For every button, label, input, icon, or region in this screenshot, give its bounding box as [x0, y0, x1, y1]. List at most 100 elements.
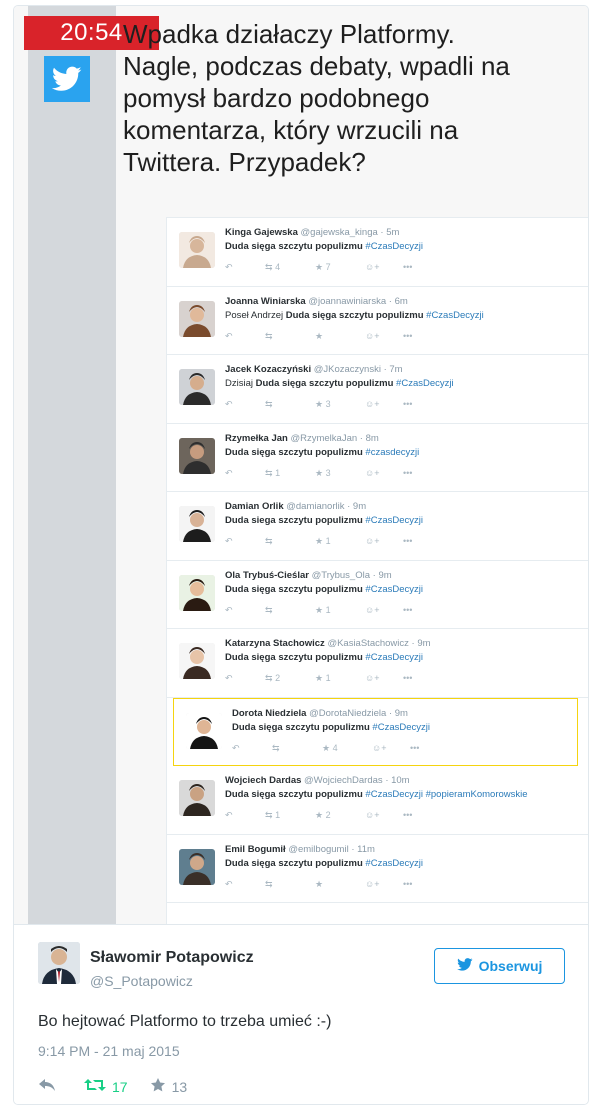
tweet-row[interactable]: Emil Bogumił @emilbogumil · 11m Duda sięg… — [167, 835, 588, 903]
more-dots-icon[interactable]: ••• — [403, 810, 433, 821]
retweet-button[interactable]: ⇆ — [272, 743, 322, 754]
reply-icon[interactable]: ↶ — [225, 673, 265, 684]
reply-icon[interactable]: ↶ — [225, 605, 265, 616]
author-name[interactable]: Wojciech Dardas — [225, 775, 301, 786]
more-dots-icon[interactable]: ••• — [403, 536, 433, 547]
hashtag-link[interactable]: #CzasDecyzji — [365, 515, 423, 526]
reply-icon[interactable]: ↶ — [225, 399, 265, 410]
retweet-button[interactable]: ⇆ 2 — [265, 673, 315, 684]
author-name[interactable]: Kinga Gajewska — [225, 227, 298, 238]
favorite-button[interactable]: ★ 2 — [315, 810, 365, 821]
author-handle[interactable]: @RzymelkaJan — [290, 433, 357, 444]
author-handle[interactable]: @gajewska_kinga — [301, 227, 378, 238]
more-dots-icon[interactable]: ••• — [410, 743, 440, 754]
retweet-button[interactable]: ⇆ — [265, 399, 315, 410]
hashtag-link[interactable]: #CzasDecyzji — [365, 241, 423, 252]
hashtag-link[interactable]: #CzasDecyzji — [372, 722, 430, 733]
author-handle[interactable]: @KasiaStachowicz — [327, 638, 408, 649]
author-handle[interactable]: @joannawiniarska — [308, 296, 386, 307]
retweet-button[interactable]: 17 — [84, 1078, 128, 1095]
hashtag-link[interactable]: #CzasDecyzji — [396, 378, 454, 389]
avatar[interactable] — [179, 574, 215, 611]
favorite-button[interactable]: ★ 7 — [315, 262, 365, 273]
tweet-row[interactable]: Rzymełka Jan @RzymelkaJan · 8m Duda sięga… — [167, 424, 588, 492]
author-name[interactable]: Sławomir Potapowicz — [90, 949, 254, 967]
avatar[interactable] — [179, 643, 215, 679]
more-dots-icon[interactable]: ••• — [403, 262, 433, 273]
hashtag-link[interactable]: #CzasDecyzji — [365, 584, 423, 595]
follow-person-icon[interactable]: ☺+ — [372, 743, 410, 754]
tweet-time[interactable]: · 11m — [351, 844, 375, 855]
retweet-button[interactable]: ⇆ 1 — [265, 468, 315, 479]
reply-icon[interactable]: ↶ — [225, 331, 265, 342]
reply-icon[interactable]: ↶ — [225, 468, 265, 479]
retweet-button[interactable]: ⇆ — [265, 879, 315, 890]
follow-person-icon[interactable]: ☺+ — [365, 399, 403, 410]
author-handle[interactable]: @DorotaNiedziela — [309, 708, 386, 719]
tweet-row[interactable]: Kinga Gajewska @gajewska_kinga · 5m Duda … — [167, 218, 588, 287]
tweet-time[interactable]: · 9m — [412, 638, 431, 649]
favorite-button[interactable]: ★ — [315, 879, 365, 890]
author-handle[interactable]: @Trybus_Ola — [312, 570, 370, 581]
author-handle[interactable]: @emilbogumil — [288, 844, 348, 855]
avatar[interactable] — [179, 848, 215, 885]
tweet-time[interactable]: · 8m — [360, 433, 379, 444]
hashtag-link[interactable]: #czasdecyzji — [365, 447, 419, 458]
follow-person-icon[interactable]: ☺+ — [365, 605, 403, 616]
favorite-button[interactable]: ★ 1 — [315, 605, 365, 616]
favorite-button[interactable]: ★ 3 — [315, 468, 365, 479]
tweet-row[interactable]: Ola Trybuś-Cieślar @Trybus_Ola · 9m Duda … — [167, 561, 588, 629]
author-handle[interactable]: @damianorlik — [286, 501, 344, 512]
follow-person-icon[interactable]: ☺+ — [365, 262, 403, 273]
tweet-row[interactable]: Damian Orlik @damianorlik · 9m Duda siega… — [167, 492, 588, 561]
author-handle[interactable]: @S_Potapowicz — [90, 973, 193, 989]
avatar[interactable] — [38, 942, 80, 984]
retweet-button[interactable]: ⇆ 1 — [265, 810, 315, 821]
reply-icon[interactable]: ↶ — [225, 879, 265, 890]
follow-person-icon[interactable]: ☺+ — [365, 879, 403, 890]
tweet-row[interactable]: Wojciech Dardas @WojciechDardas · 10m Dud… — [167, 766, 588, 835]
tweet-time[interactable]: · 6m — [389, 296, 408, 307]
hashtag-link[interactable]: #CzasDecyzji — [365, 652, 423, 663]
reply-icon[interactable]: ↶ — [225, 536, 265, 547]
favorite-button[interactable]: ★ 1 — [315, 536, 365, 547]
reply-icon[interactable] — [38, 1078, 56, 1095]
tweet-row[interactable]: Joanna Winiarska @joannawiniarska · 6m Po… — [167, 287, 588, 355]
more-dots-icon[interactable]: ••• — [403, 399, 433, 410]
author-name[interactable]: Jacek Kozaczyński — [225, 364, 311, 375]
favorite-button[interactable]: ★ 4 — [322, 743, 372, 754]
retweet-button[interactable]: ⇆ — [265, 536, 315, 547]
avatar[interactable] — [179, 437, 215, 474]
tweet-media-image[interactable]: 20:54 Wpadka działaczy Platformy. Nagle,… — [14, 6, 588, 924]
author-handle[interactable]: @JKozaczynski — [314, 364, 381, 375]
reply-icon[interactable]: ↶ — [232, 743, 272, 754]
more-dots-icon[interactable]: ••• — [403, 673, 433, 684]
follow-person-icon[interactable]: ☺+ — [365, 810, 403, 821]
tweet-row[interactable]: Katarzyna Stachowicz @KasiaStachowicz · … — [167, 629, 588, 698]
avatar[interactable] — [179, 300, 215, 337]
follow-person-icon[interactable]: ☺+ — [365, 673, 403, 684]
author-name[interactable]: Emil Bogumił — [225, 844, 286, 855]
avatar[interactable] — [179, 506, 215, 542]
tweet-row[interactable]: Dorota Niedziela @DorotaNiedziela · 9m Du… — [173, 697, 578, 766]
more-dots-icon[interactable]: ••• — [403, 331, 433, 342]
tweet-time[interactable]: · 9m — [347, 501, 366, 512]
author-handle[interactable]: @WojciechDardas — [304, 775, 383, 786]
avatar[interactable] — [179, 780, 215, 816]
tweet-time[interactable]: · 10m — [385, 775, 409, 786]
more-dots-icon[interactable]: ••• — [403, 468, 433, 479]
hashtag-link-extra[interactable]: #popieramKomorowskie — [423, 789, 528, 800]
tweet-time[interactable]: · 9m — [373, 570, 392, 581]
retweet-button[interactable]: ⇆ — [265, 605, 315, 616]
retweet-button[interactable]: ⇆ — [265, 331, 315, 342]
tweet-time[interactable]: · 7m — [384, 364, 403, 375]
author-name[interactable]: Ola Trybuś-Cieślar — [225, 570, 309, 581]
avatar[interactable] — [179, 232, 215, 268]
follow-button[interactable]: Obserwuj — [434, 948, 565, 984]
hashtag-link[interactable]: #CzasDecyzji — [426, 310, 484, 321]
favorite-button[interactable]: ★ 1 — [315, 673, 365, 684]
author-name[interactable]: Rzymełka Jan — [225, 433, 288, 444]
tweet-time[interactable]: · 9m — [389, 708, 408, 719]
tweet-row[interactable]: Jacek Kozaczyński @JKozaczynski · 7m Dzis… — [167, 355, 588, 424]
follow-person-icon[interactable]: ☺+ — [365, 468, 403, 479]
